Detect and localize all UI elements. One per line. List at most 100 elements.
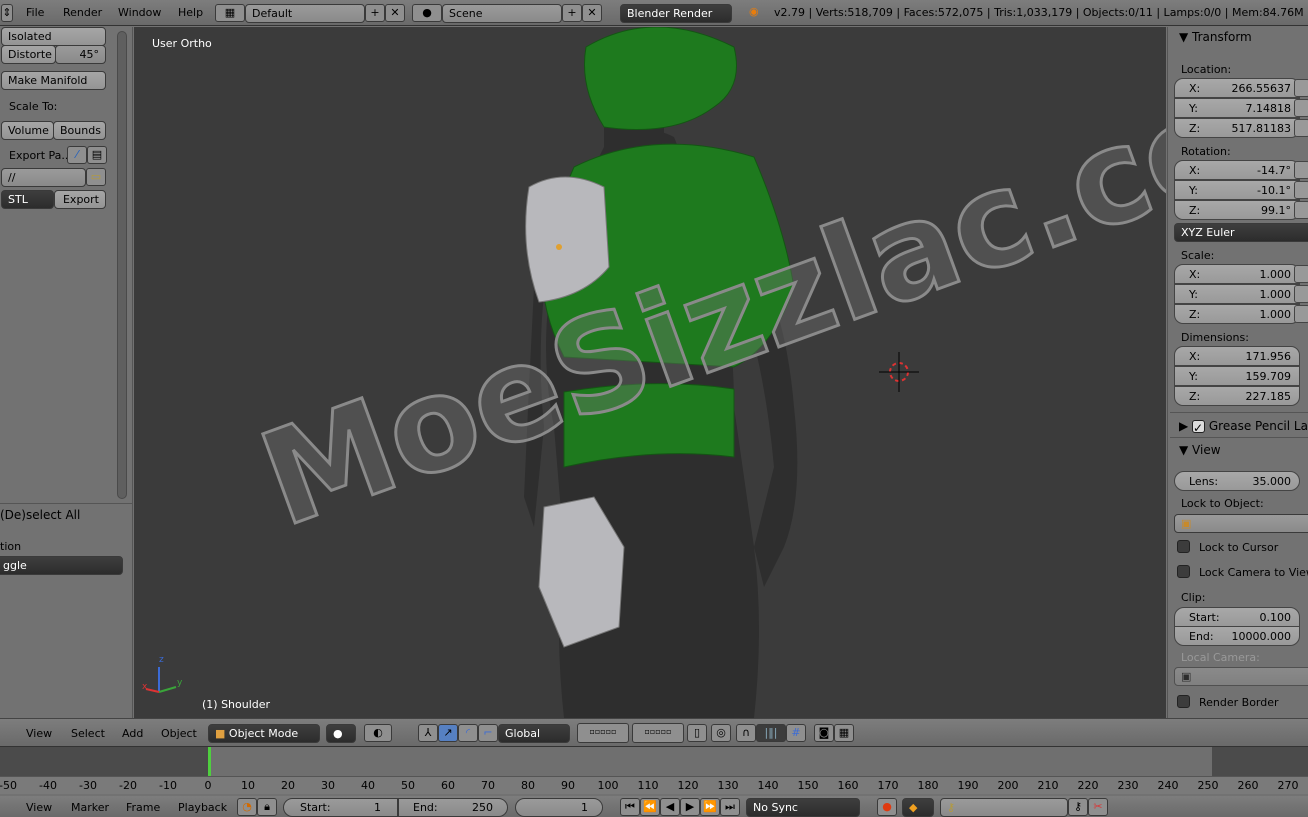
layout-field[interactable]: Default bbox=[245, 4, 365, 23]
sync-select[interactable]: No Sync bbox=[746, 798, 860, 817]
make-manifold-button[interactable]: Make Manifold bbox=[1, 71, 106, 90]
layers-icon-2[interactable]: ▫▫▫▫▫ bbox=[632, 723, 684, 743]
menu-window[interactable]: Window bbox=[118, 6, 161, 19]
add-scene-icon[interactable]: + bbox=[562, 4, 582, 22]
view-header[interactable]: ▼ View bbox=[1179, 443, 1221, 457]
play-icon[interactable]: ▶ bbox=[680, 798, 700, 816]
lock-object-field[interactable]: ▣ bbox=[1174, 514, 1308, 533]
menu-select[interactable]: Select bbox=[71, 727, 105, 740]
eyedropper-icon[interactable]: ⁄ bbox=[67, 146, 87, 164]
orientation-select[interactable]: Global bbox=[498, 724, 570, 743]
timeline[interactable] bbox=[0, 746, 1308, 777]
shelf-scrollbar[interactable] bbox=[117, 31, 127, 499]
menu-help[interactable]: Help bbox=[178, 6, 203, 19]
next-keyframe-icon[interactable]: ⏩ bbox=[700, 798, 720, 816]
manipulator-toggle-icon[interactable]: ⅄ bbox=[418, 724, 438, 742]
jump-start-icon[interactable]: ⏮ bbox=[620, 798, 640, 816]
action-select[interactable]: ggle bbox=[0, 556, 123, 575]
lock-icon[interactable] bbox=[1294, 285, 1308, 303]
scale-z-field[interactable]: Z: 1.000 bbox=[1174, 304, 1300, 324]
clip-end-field[interactable]: End: 10000.000 bbox=[1174, 626, 1300, 646]
rotation-y-field[interactable]: Y: -10.1° bbox=[1174, 180, 1300, 200]
translate-icon[interactable]: ↗ bbox=[438, 724, 458, 742]
transform-header[interactable]: ▼ Transform bbox=[1179, 30, 1252, 44]
keying-set-field[interactable]: ⚷ bbox=[940, 798, 1068, 817]
render-engine-select[interactable]: Blender Render bbox=[620, 4, 732, 23]
lock-icon[interactable]: 🔒︎ bbox=[257, 798, 277, 816]
prev-keyframe-icon[interactable]: ⏪ bbox=[640, 798, 660, 816]
grease-pencil-checkbox[interactable]: ✓ bbox=[1192, 420, 1206, 435]
lock-icon[interactable] bbox=[1294, 305, 1308, 323]
file-icon[interactable]: ▤ bbox=[87, 146, 107, 164]
folder-icon[interactable]: ▭ bbox=[86, 168, 106, 186]
jump-end-icon[interactable]: ⏭ bbox=[720, 798, 740, 816]
delete-keyframe-icon[interactable]: ✂ bbox=[1088, 798, 1108, 816]
menu-file[interactable]: File bbox=[26, 6, 44, 19]
scene-field[interactable]: Scene bbox=[442, 4, 562, 23]
3d-cursor-icon[interactable] bbox=[879, 352, 919, 392]
lock-icon[interactable] bbox=[1294, 119, 1308, 137]
rotation-z-field[interactable]: Z: 99.1° bbox=[1174, 200, 1300, 220]
add-layout-icon[interactable]: + bbox=[365, 4, 385, 22]
snap-magnet-icon[interactable]: ∩ bbox=[736, 724, 756, 742]
lock-icon[interactable] bbox=[1294, 161, 1308, 179]
scene-icon[interactable]: ● bbox=[412, 4, 442, 22]
menu-object[interactable]: Object bbox=[161, 727, 197, 740]
grease-pencil-header[interactable]: ▶ ✓ Grease Pencil Layers bbox=[1179, 419, 1308, 435]
isolated-button[interactable]: Isolated bbox=[1, 27, 106, 46]
rotation-x-field[interactable]: X: -14.7° bbox=[1174, 160, 1300, 180]
rotate-icon[interactable]: ◜ bbox=[458, 724, 478, 742]
snap-element-icon[interactable]: |‖| bbox=[756, 724, 786, 742]
render-border-checkbox[interactable] bbox=[1177, 695, 1190, 708]
layout-icon[interactable]: ▦ bbox=[215, 4, 245, 22]
location-x-field[interactable]: X: 266.55637 bbox=[1174, 78, 1300, 98]
menu-playback[interactable]: Playback bbox=[178, 801, 227, 814]
distort-button[interactable]: Distorte bbox=[1, 45, 56, 64]
layers-icon[interactable]: ▫▫▫▫▫ bbox=[577, 723, 629, 743]
mode-select[interactable]: ■ Object Mode bbox=[208, 724, 320, 743]
export-path-input[interactable]: // bbox=[1, 168, 86, 187]
menu-view[interactable]: View bbox=[26, 727, 52, 740]
local-camera-field[interactable]: ▣ bbox=[1174, 667, 1308, 686]
rotation-mode-select[interactable]: XYZ Euler bbox=[1174, 223, 1308, 242]
current-frame-field[interactable]: 1 bbox=[515, 798, 603, 817]
clip-start-field[interactable]: Start: 0.100 bbox=[1174, 607, 1300, 627]
lock-camera-checkbox[interactable] bbox=[1177, 565, 1190, 578]
lock-icon[interactable] bbox=[1294, 201, 1308, 219]
start-frame-field[interactable]: Start: 1 bbox=[283, 798, 398, 817]
scale-x-field[interactable]: X: 1.000 bbox=[1174, 264, 1300, 284]
menu-marker[interactable]: Marker bbox=[71, 801, 109, 814]
current-frame-marker[interactable] bbox=[208, 747, 211, 777]
volume-button[interactable]: Volume bbox=[1, 121, 54, 140]
dimensions-z-field[interactable]: Z: 227.185 bbox=[1174, 386, 1300, 406]
character-model[interactable]: MoeSizzlac.com bbox=[134, 27, 1166, 718]
keying-icon[interactable]: ◔ bbox=[237, 798, 257, 816]
lens-field[interactable]: Lens: 35.000 bbox=[1174, 471, 1300, 491]
remove-layout-icon[interactable]: ✕ bbox=[385, 4, 405, 22]
shading-select[interactable]: ● bbox=[326, 724, 356, 743]
location-z-field[interactable]: Z: 517.81183 bbox=[1174, 118, 1300, 138]
editor-type-button[interactable]: ⇕ bbox=[1, 4, 13, 22]
keyframe-type-select[interactable]: ◆ bbox=[902, 798, 934, 817]
render-animation-icon[interactable]: ▦ bbox=[834, 724, 854, 742]
menu-view[interactable]: View bbox=[26, 801, 52, 814]
lock-icon[interactable] bbox=[1294, 181, 1308, 199]
record-icon[interactable]: ● bbox=[877, 798, 897, 816]
menu-render[interactable]: Render bbox=[63, 6, 102, 19]
play-reverse-icon[interactable]: ◀ bbox=[660, 798, 680, 816]
dimensions-y-field[interactable]: Y: 159.709 bbox=[1174, 366, 1300, 386]
lock-to-cursor-checkbox[interactable] bbox=[1177, 540, 1190, 553]
menu-add[interactable]: Add bbox=[122, 727, 143, 740]
lock-icon[interactable] bbox=[1294, 99, 1308, 117]
lock-icon[interactable] bbox=[1294, 79, 1308, 97]
pivot-icon[interactable]: ◐ bbox=[364, 724, 392, 742]
insert-keyframe-icon[interactable]: ⚷ bbox=[1068, 798, 1088, 816]
distort-angle-field[interactable]: 45° bbox=[55, 45, 106, 64]
scale-y-field[interactable]: Y: 1.000 bbox=[1174, 284, 1300, 304]
proportional-edit-icon[interactable]: ◎ bbox=[711, 724, 731, 742]
menu-frame[interactable]: Frame bbox=[126, 801, 160, 814]
export-button[interactable]: Export bbox=[54, 190, 106, 209]
render-still-icon[interactable]: ◙ bbox=[814, 724, 834, 742]
location-y-field[interactable]: Y: 7.14818 bbox=[1174, 98, 1300, 118]
3d-viewport[interactable]: User Ortho MoeSizzlac.com z y x (1) Shou… bbox=[134, 27, 1166, 718]
